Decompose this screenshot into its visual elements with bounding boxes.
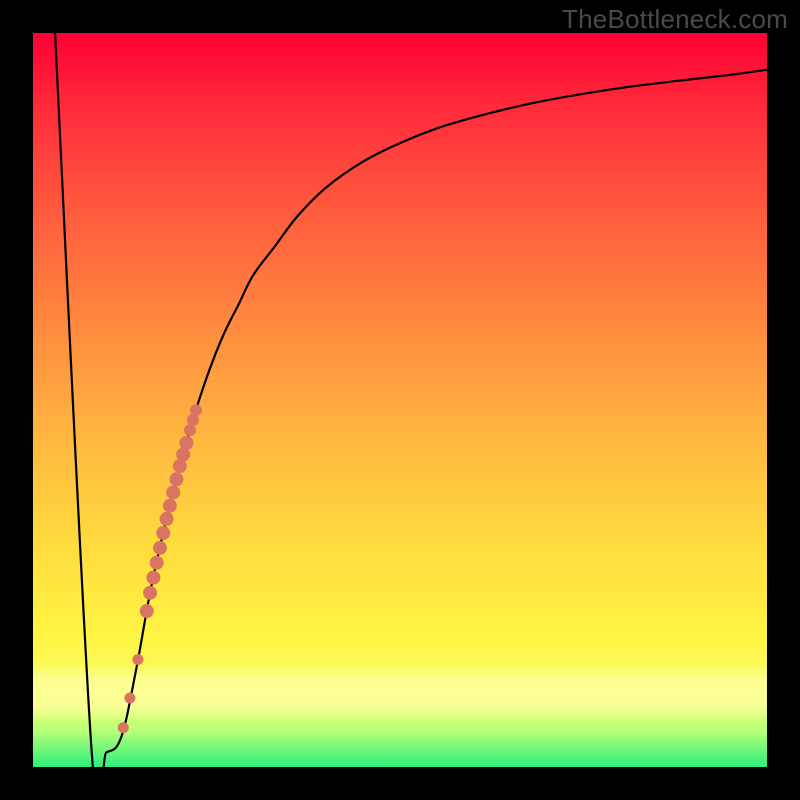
marker-dot xyxy=(150,556,164,570)
curve-svg xyxy=(33,33,767,767)
marker-dot xyxy=(170,472,184,486)
marker-dot xyxy=(184,424,196,436)
marker-dot xyxy=(140,604,154,618)
marker-dot xyxy=(124,693,135,704)
watermark-text: TheBottleneck.com xyxy=(562,4,788,35)
chart-frame: TheBottleneck.com xyxy=(0,0,800,800)
marker-dot xyxy=(156,526,170,540)
marker-dot xyxy=(132,654,143,665)
marker-dot xyxy=(163,499,177,513)
marker-dot xyxy=(179,436,193,450)
marker-dot xyxy=(146,571,160,585)
marker-dot xyxy=(166,485,180,499)
marker-dot xyxy=(160,512,174,526)
plot-area xyxy=(33,33,767,767)
marker-dot xyxy=(153,541,167,555)
marker-dot xyxy=(190,404,202,416)
bottleneck-curve xyxy=(55,33,767,767)
highlight-markers xyxy=(118,404,202,733)
marker-dot xyxy=(118,722,129,733)
marker-dot xyxy=(143,586,157,600)
